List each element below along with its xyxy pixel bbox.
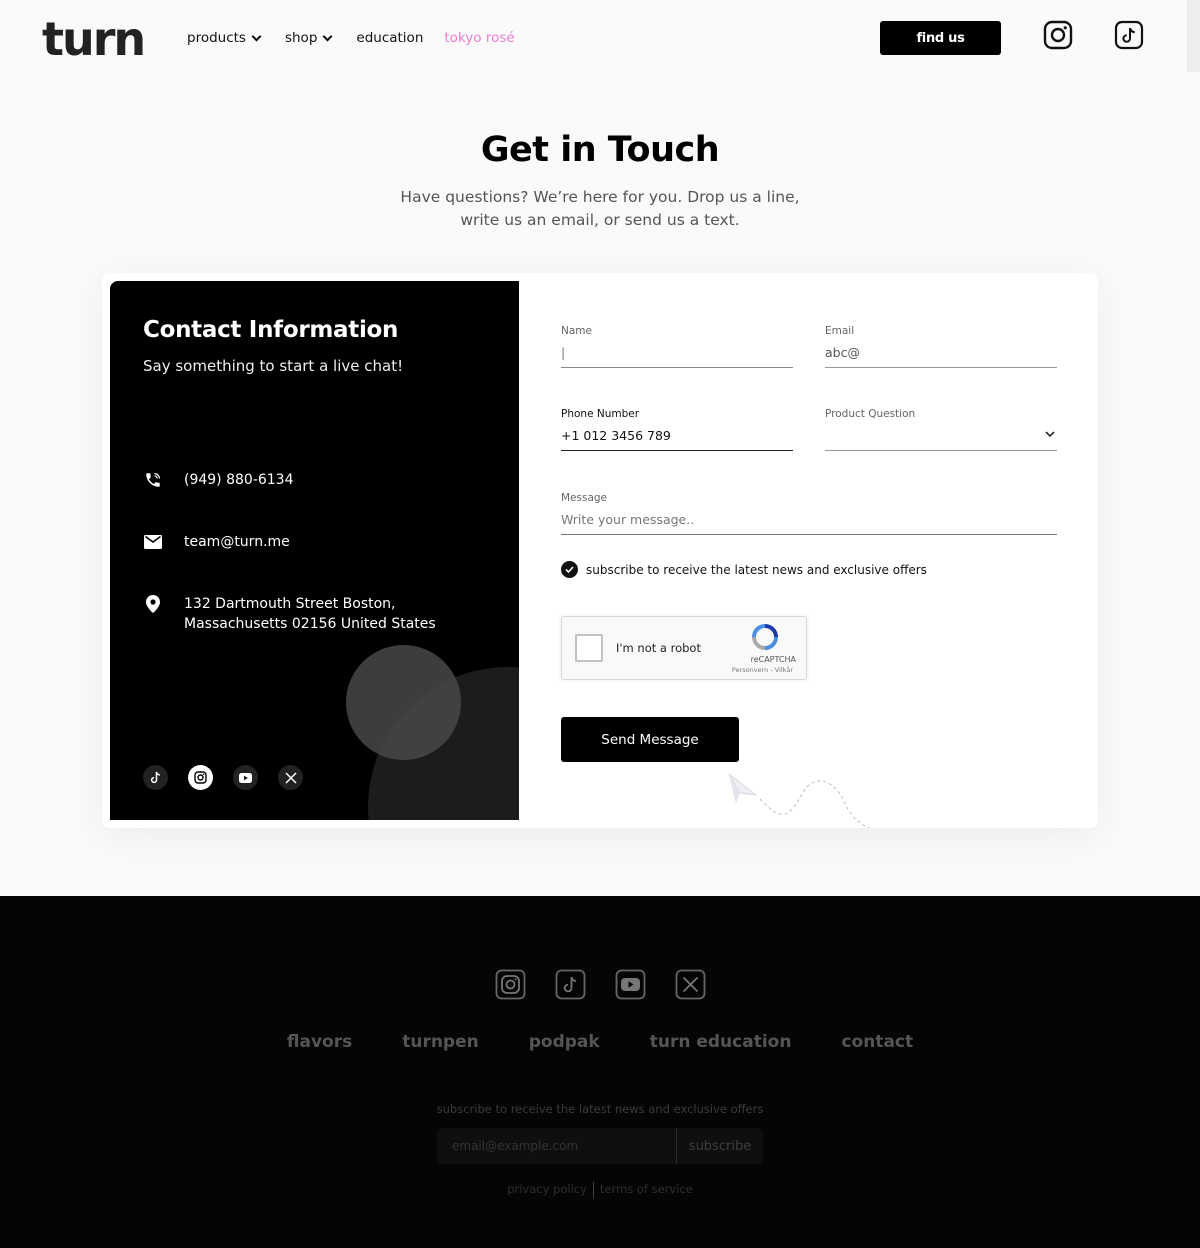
message-label: Message <box>561 492 608 504</box>
email-label: Email <box>825 325 855 337</box>
phone-input[interactable]: +1 012 3456 789 <box>561 427 793 451</box>
footer-socials <box>495 969 706 1000</box>
mail-icon <box>143 532 163 552</box>
email-input[interactable]: abc@ <box>825 344 1057 368</box>
footer-legal: privacy policy terms of service <box>0 1182 1200 1198</box>
page-subtitle: Have questions? We’re here for you. Drop… <box>380 186 820 232</box>
paper-plane-icon <box>728 773 871 828</box>
contact-socials <box>143 765 303 790</box>
phone-row[interactable]: (949) 880-6134 <box>143 470 294 490</box>
recaptcha-logo-icon <box>752 624 778 650</box>
instagram-icon[interactable] <box>1043 20 1073 50</box>
phone-label: Phone Number <box>561 408 640 420</box>
nav-shop[interactable]: shop <box>285 28 335 48</box>
contact-info-subtitle: Say something to start a live chat! <box>143 357 404 375</box>
footer-link-turn-education[interactable]: turn education <box>650 1032 792 1052</box>
checkmark-icon[interactable] <box>561 561 578 578</box>
logo[interactable]: turn <box>42 14 146 64</box>
product-question-label: Product Question <box>825 408 916 420</box>
recaptcha-checkbox[interactable] <box>575 634 603 662</box>
nav-education-label: education <box>356 30 424 46</box>
subscribe-checkbox-row[interactable]: subscribe to receive the latest news and… <box>561 561 927 578</box>
nav-products[interactable]: products <box>187 28 264 48</box>
recaptcha-label: I'm not a robot <box>616 641 701 655</box>
name-label: Name <box>561 325 592 337</box>
nav-tokyo-rose-label: tokyo rosé <box>444 30 515 46</box>
email-field: Email abc@ <box>825 325 1057 368</box>
instagram-icon[interactable] <box>188 765 213 790</box>
address-line-1: 132 Dartmouth Street Boston, <box>184 596 396 612</box>
tiktok-icon[interactable] <box>143 765 168 790</box>
contact-info-title: Contact Information <box>143 317 399 343</box>
main-nav: products shop education tokyo rosé <box>187 28 536 48</box>
product-question-field: Product Question <box>825 408 1057 451</box>
nav-education[interactable]: education <box>356 28 423 48</box>
footer-link-podpak[interactable]: podpak <box>529 1032 600 1052</box>
email-address: team@turn.me <box>184 534 290 550</box>
send-message-button[interactable]: Send Message <box>561 717 739 762</box>
address: 132 Dartmouth Street Boston, Massachuset… <box>184 594 436 634</box>
chevron-down-icon <box>251 31 262 41</box>
contact-info-panel: Contact Information Say something to sta… <box>110 281 519 820</box>
find-us-button[interactable]: find us <box>880 21 1001 55</box>
recaptcha-brand: reCAPTCHA <box>750 655 796 664</box>
location-pin-icon <box>143 594 163 614</box>
name-input[interactable]: | <box>561 344 793 368</box>
privacy-policy-link[interactable]: privacy policy <box>507 1182 587 1198</box>
message-input[interactable]: Write your message.. <box>561 511 1057 535</box>
subscribe-label: subscribe to receive the latest news and… <box>586 562 927 577</box>
address-line-2: Massachusetts 02156 United States <box>184 616 436 632</box>
chevron-down-icon <box>322 31 333 41</box>
footer-links: flavors turnpen podpak turn education co… <box>0 1032 1200 1052</box>
address-row: 132 Dartmouth Street Boston, Massachuset… <box>143 594 436 634</box>
name-field: Name | <box>561 325 793 368</box>
x-icon[interactable] <box>675 969 706 1000</box>
chevron-down-icon <box>1045 431 1055 438</box>
tiktok-icon[interactable] <box>1114 20 1144 50</box>
subtitle-line-1: Have questions? We’re here for you. Drop… <box>400 188 800 206</box>
divider <box>592 1182 594 1198</box>
nav-products-label: products <box>187 30 246 46</box>
footer-link-contact[interactable]: contact <box>841 1032 913 1052</box>
phone-number: (949) 880-6134 <box>184 472 294 488</box>
footer-link-turnpen[interactable]: turnpen <box>402 1032 479 1052</box>
tiktok-icon[interactable] <box>555 969 586 1000</box>
phone-field: Phone Number +1 012 3456 789 <box>561 408 793 451</box>
nav-shop-label: shop <box>284 30 318 46</box>
decorative-circle-small <box>346 645 461 760</box>
footer-subscribe-text: subscribe to receive the latest news and… <box>436 1102 764 1116</box>
message-field: Message Write your message.. <box>561 492 1057 535</box>
youtube-icon[interactable] <box>233 765 258 790</box>
page-title: Get in Touch <box>480 130 720 170</box>
recaptcha-widget: I'm not a robot reCAPTCHA Personvern - V… <box>561 616 807 680</box>
instagram-icon[interactable] <box>495 969 526 1000</box>
phone-icon <box>143 470 163 490</box>
subtitle-line-2: write us an email, or send us a text. <box>460 211 740 229</box>
footer-subscribe-form: email@example.com subscribe <box>437 1128 763 1164</box>
youtube-icon[interactable] <box>615 969 646 1000</box>
footer: flavors turnpen podpak turn education co… <box>0 896 1200 1248</box>
footer-subscribe-button[interactable]: subscribe <box>677 1128 763 1164</box>
nav-tokyo-rose[interactable]: tokyo rosé <box>444 28 514 48</box>
product-question-select[interactable] <box>825 427 1057 451</box>
footer-link-flavors[interactable]: flavors <box>287 1032 352 1052</box>
terms-of-service-link[interactable]: terms of service <box>600 1182 693 1198</box>
recaptcha-links[interactable]: Personvern - Vilkår <box>732 666 793 674</box>
x-icon[interactable] <box>278 765 303 790</box>
email-row[interactable]: team@turn.me <box>143 532 290 552</box>
footer-email-input[interactable]: email@example.com <box>437 1128 677 1164</box>
scrollbar[interactable] <box>1187 0 1200 72</box>
contact-card: Contact Information Say something to sta… <box>102 273 1098 828</box>
